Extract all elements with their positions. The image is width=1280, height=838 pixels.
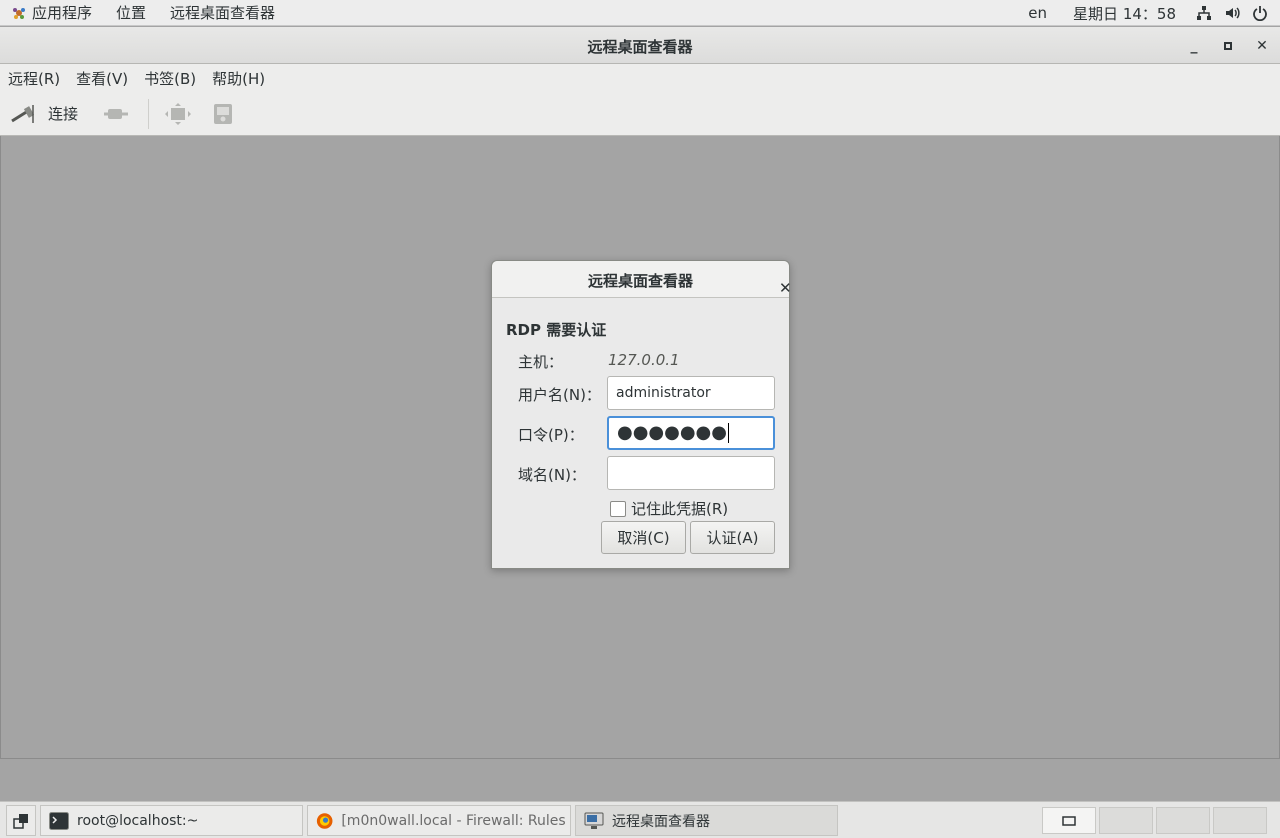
- disconnect-icon: [104, 108, 129, 119]
- active-app-label: 远程桌面查看器: [170, 4, 276, 22]
- close-icon: ✕: [1256, 38, 1268, 54]
- minimize-icon: _: [1190, 38, 1198, 54]
- taskbar-item-label: [m0n0wall.local - Firewall: Rules - M···: [341, 812, 570, 829]
- toolbar: 连接: [0, 92, 1280, 136]
- places-menu[interactable]: 位置: [104, 0, 158, 26]
- connect-label: 连接: [48, 105, 79, 123]
- menubar: 远程(R) 查看(V) 书签(B) 帮助(H): [0, 64, 1280, 92]
- applications-menu[interactable]: 应用程序: [0, 0, 104, 26]
- show-desktop-button[interactable]: [6, 805, 36, 836]
- fullscreen-button[interactable]: [159, 92, 197, 136]
- applications-label: 应用程序: [32, 4, 93, 22]
- toolbar-separator: [148, 98, 150, 129]
- dialog-titlebar[interactable]: 远程桌面查看器 ✕: [492, 261, 792, 298]
- remember-credentials-checkbox[interactable]: 记住此凭据(R): [610, 498, 728, 519]
- username-label: 用户名(N)：: [518, 386, 601, 404]
- checkbox-box[interactable]: [610, 500, 626, 517]
- window-titlebar[interactable]: 远程桌面查看器 _ ✕: [0, 27, 1280, 64]
- language-indicator[interactable]: en: [1016, 0, 1061, 26]
- taskbar-item-label: 远程桌面查看器: [612, 813, 710, 830]
- password-field[interactable]: ●●●●●●●: [607, 416, 775, 450]
- bottom-taskbar: root@localhost:~ [m0n0wall.local - Firew…: [0, 801, 1280, 838]
- menu-help[interactable]: 帮助(H): [204, 64, 273, 92]
- taskbar-item-remote-viewer[interactable]: 远程桌面查看器: [575, 805, 838, 836]
- workspace-window-icon: [1062, 815, 1076, 826]
- fullscreen-icon: [165, 102, 192, 125]
- domain-field[interactable]: [607, 456, 775, 490]
- dialog-title: 远程桌面查看器: [587, 272, 693, 290]
- host-value: 127.0.0.1: [608, 351, 680, 369]
- username-value: administrator: [616, 385, 711, 401]
- taskbar-item-label: root@localhost:~: [77, 812, 199, 829]
- dialog-heading: RDP 需要认证: [506, 321, 607, 339]
- network-icon[interactable]: [1190, 0, 1218, 26]
- cancel-button[interactable]: 取消(C): [601, 521, 686, 554]
- clock-label: 星期日 14：58: [1073, 4, 1176, 23]
- connect-icon: [11, 104, 35, 123]
- top-panel: 应用程序 位置 远程桌面查看器 en 星期日 14：58: [0, 0, 1280, 26]
- menu-bookmarks[interactable]: 书签(B): [136, 64, 204, 92]
- language-label: en: [1028, 4, 1048, 22]
- password-value: ●●●●●●●: [617, 422, 727, 443]
- screenshot-icon: [214, 103, 233, 124]
- maximize-button[interactable]: [1216, 34, 1240, 58]
- clock[interactable]: 星期日 14：58: [1061, 0, 1190, 26]
- taskbar-item-terminal[interactable]: root@localhost:~: [40, 805, 303, 836]
- terminal-icon: [49, 811, 69, 830]
- workspace-2[interactable]: [1099, 807, 1153, 834]
- window-title: 远程桌面查看器: [587, 38, 693, 56]
- screenshot-button[interactable]: [205, 92, 241, 136]
- places-label: 位置: [116, 4, 147, 22]
- authenticate-button[interactable]: 认证(A): [690, 521, 775, 554]
- maximize-icon: [1224, 42, 1232, 50]
- firefox-icon: [316, 812, 333, 829]
- workspace-1[interactable]: [1042, 807, 1096, 834]
- power-icon[interactable]: [1246, 0, 1274, 26]
- volume-icon[interactable]: [1218, 0, 1246, 26]
- menu-remote[interactable]: 远程(R): [0, 64, 68, 92]
- text-caret: [727, 423, 729, 443]
- workspace-4[interactable]: [1213, 807, 1267, 834]
- taskbar-item-firefox[interactable]: [m0n0wall.local - Firewall: Rules - M···: [307, 805, 571, 836]
- auth-dialog: 远程桌面查看器 ✕ RDP 需要认证 主机： 127.0.0.1 用户名(N)：…: [491, 260, 792, 569]
- username-field[interactable]: administrator: [607, 376, 775, 410]
- close-button[interactable]: ✕: [1250, 34, 1274, 58]
- remember-label: 记住此凭据(R): [631, 500, 729, 518]
- show-desktop-icon: [13, 813, 28, 829]
- domain-label: 域名(N)：: [518, 466, 586, 484]
- menu-view[interactable]: 查看(V): [68, 64, 136, 92]
- status-strip: [0, 759, 1280, 801]
- workspace-3[interactable]: [1156, 807, 1210, 834]
- active-app-menu[interactable]: 远程桌面查看器: [158, 0, 287, 26]
- disconnect-button[interactable]: [98, 92, 138, 136]
- password-label: 口令(P)：: [518, 426, 584, 444]
- host-label: 主机：: [518, 353, 564, 371]
- remote-desktop-icon: [584, 812, 604, 829]
- minimize-button[interactable]: _: [1182, 34, 1206, 58]
- connect-button[interactable]: 连接: [0, 92, 84, 136]
- applications-icon: [12, 6, 26, 20]
